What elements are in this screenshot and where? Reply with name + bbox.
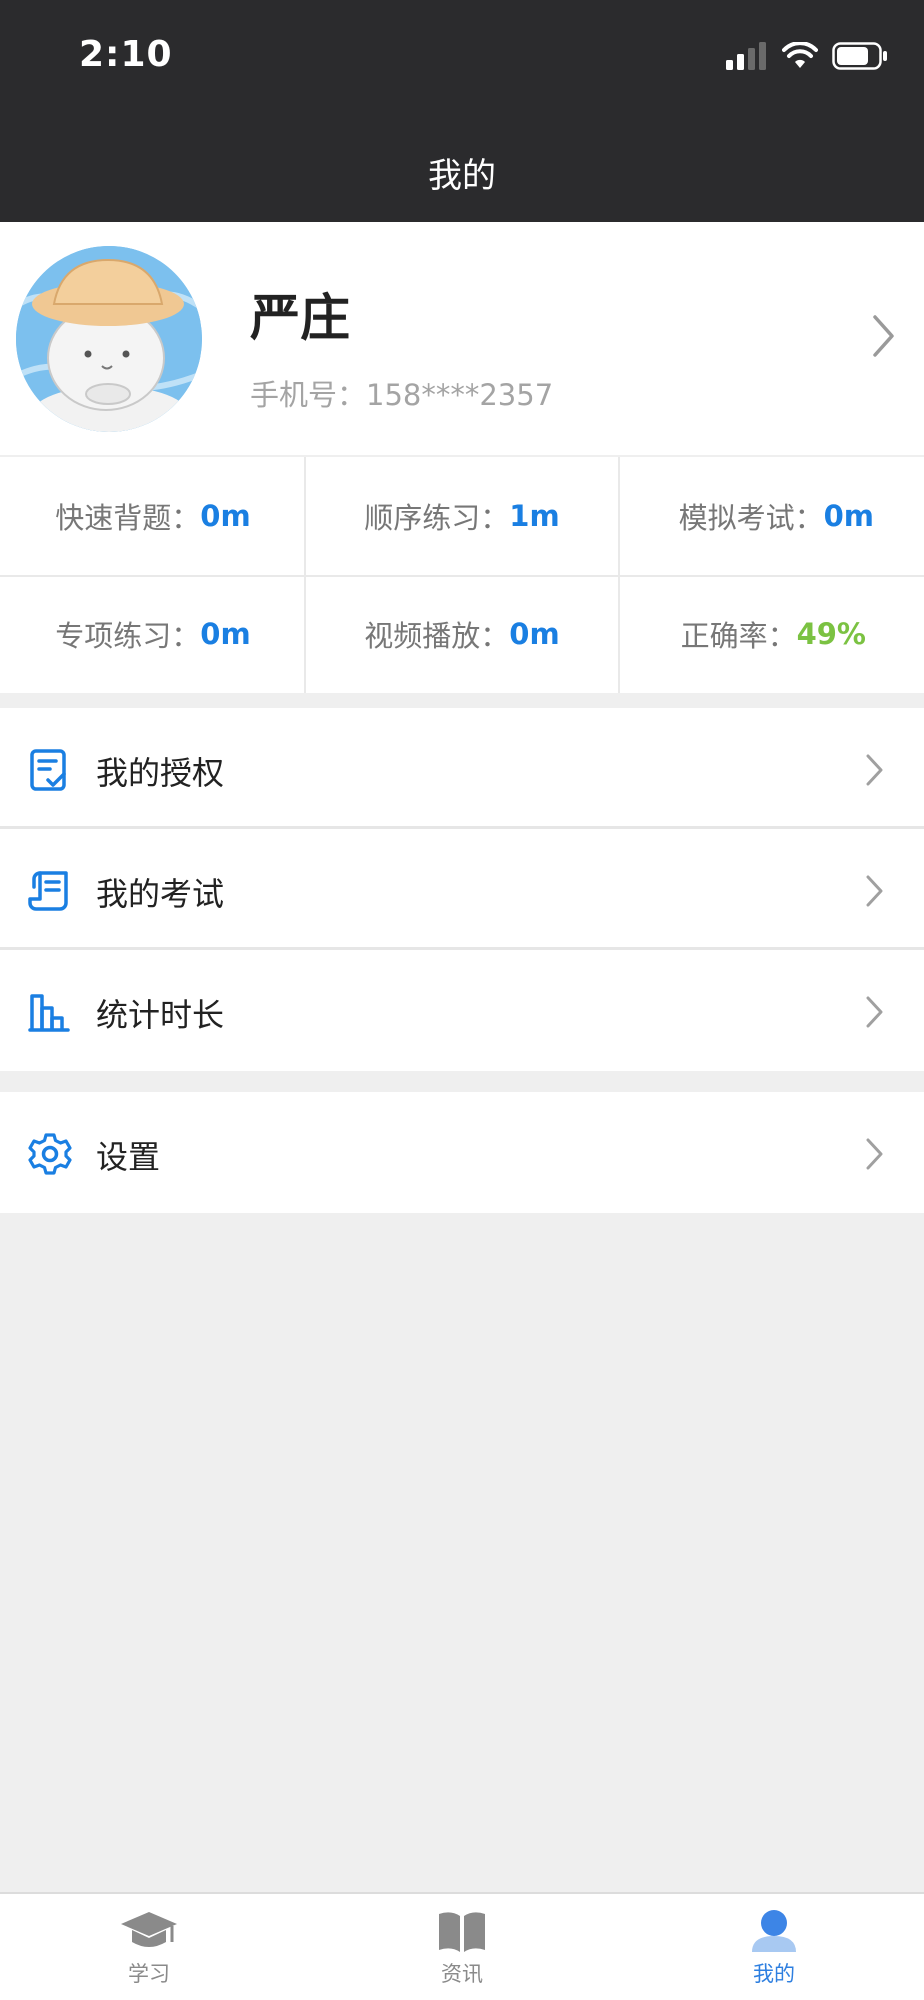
stat-label: 专项练习： bbox=[55, 619, 201, 653]
chevron-right-icon[interactable] bbox=[872, 314, 896, 358]
tab-label: 资讯 bbox=[441, 1962, 483, 1986]
chevron-right-icon bbox=[866, 1138, 883, 1170]
wifi-icon bbox=[782, 42, 818, 68]
tab-label: 我的 bbox=[753, 1962, 795, 1986]
tab-news[interactable]: 资讯 bbox=[402, 1908, 522, 1988]
stat-quick-review: 快速背题： 0m bbox=[0, 457, 306, 575]
top-bar: 2:10 我的 bbox=[0, 0, 924, 222]
status-icons bbox=[726, 40, 888, 72]
menu-item-my-exam[interactable]: 我的考试 bbox=[0, 829, 924, 950]
menu-item-statistics[interactable]: 统计时长 bbox=[0, 950, 924, 1071]
stat-value: 0m bbox=[200, 499, 251, 533]
tab-bar: 学习 资讯 我的 bbox=[0, 1892, 924, 2000]
tab-label: 学习 bbox=[128, 1962, 170, 1986]
book-icon bbox=[439, 1912, 485, 1952]
stat-value: 1m bbox=[509, 499, 560, 533]
chevron-right-icon bbox=[866, 875, 883, 907]
stat-value: 0m bbox=[509, 617, 560, 651]
authorization-icon bbox=[30, 749, 66, 791]
tab-study[interactable]: 学习 bbox=[89, 1908, 209, 1988]
status-time: 2:10 bbox=[79, 34, 173, 75]
user-phone: 手机号：158****2357 bbox=[250, 378, 554, 412]
stat-topic-practice: 专项练习： 0m bbox=[0, 575, 306, 693]
battery-icon bbox=[832, 42, 887, 70]
menu-item-settings[interactable]: 设置 bbox=[0, 1092, 924, 1213]
stat-label: 快速背题： bbox=[55, 501, 201, 535]
menu-label: 我的授权 bbox=[96, 754, 225, 792]
stat-label: 顺序练习： bbox=[364, 501, 510, 535]
stat-accuracy: 正确率： 49% bbox=[620, 575, 924, 693]
menu-list: 我的授权 我的考试 统计时长 bbox=[0, 708, 924, 1071]
signal-icon bbox=[726, 42, 766, 70]
menu-item-authorization[interactable]: 我的授权 bbox=[0, 708, 924, 829]
chevron-right-icon bbox=[866, 996, 883, 1028]
stat-label: 视频播放： bbox=[364, 619, 510, 653]
stat-video-playback: 视频播放： 0m bbox=[306, 575, 618, 693]
stat-value: 0m bbox=[823, 499, 874, 533]
stats-grid: 快速背题： 0m 顺序练习： 1m 模拟考试： 0m 专项练习： 0m 视频播放： 0m … bbox=[0, 457, 924, 693]
menu-label: 我的考试 bbox=[96, 875, 225, 913]
statistics-icon bbox=[28, 994, 70, 1032]
settings-list: 设置 bbox=[0, 1092, 924, 1213]
avatar[interactable] bbox=[16, 246, 202, 432]
graduation-cap-icon bbox=[121, 1912, 177, 1947]
tab-mine[interactable]: 我的 bbox=[714, 1908, 834, 1988]
page-title: 我的 bbox=[428, 156, 496, 196]
user-name: 严庄 bbox=[250, 289, 350, 347]
stat-mock-exam: 模拟考试： 0m bbox=[620, 457, 924, 575]
menu-label: 设置 bbox=[96, 1138, 161, 1176]
user-icon bbox=[752, 1910, 796, 1952]
stat-value: 0m bbox=[200, 617, 251, 651]
menu-label: 统计时长 bbox=[96, 996, 225, 1034]
gear-icon bbox=[28, 1133, 72, 1175]
stat-sequential-practice: 顺序练习： 1m bbox=[306, 457, 618, 575]
exam-icon bbox=[28, 871, 68, 911]
stat-label: 正确率： bbox=[680, 619, 797, 653]
profile-card[interactable]: 严庄 手机号：158****2357 bbox=[0, 222, 924, 455]
stat-value: 49% bbox=[796, 617, 866, 651]
stat-label: 模拟考试： bbox=[678, 501, 824, 535]
chevron-right-icon bbox=[866, 754, 883, 786]
